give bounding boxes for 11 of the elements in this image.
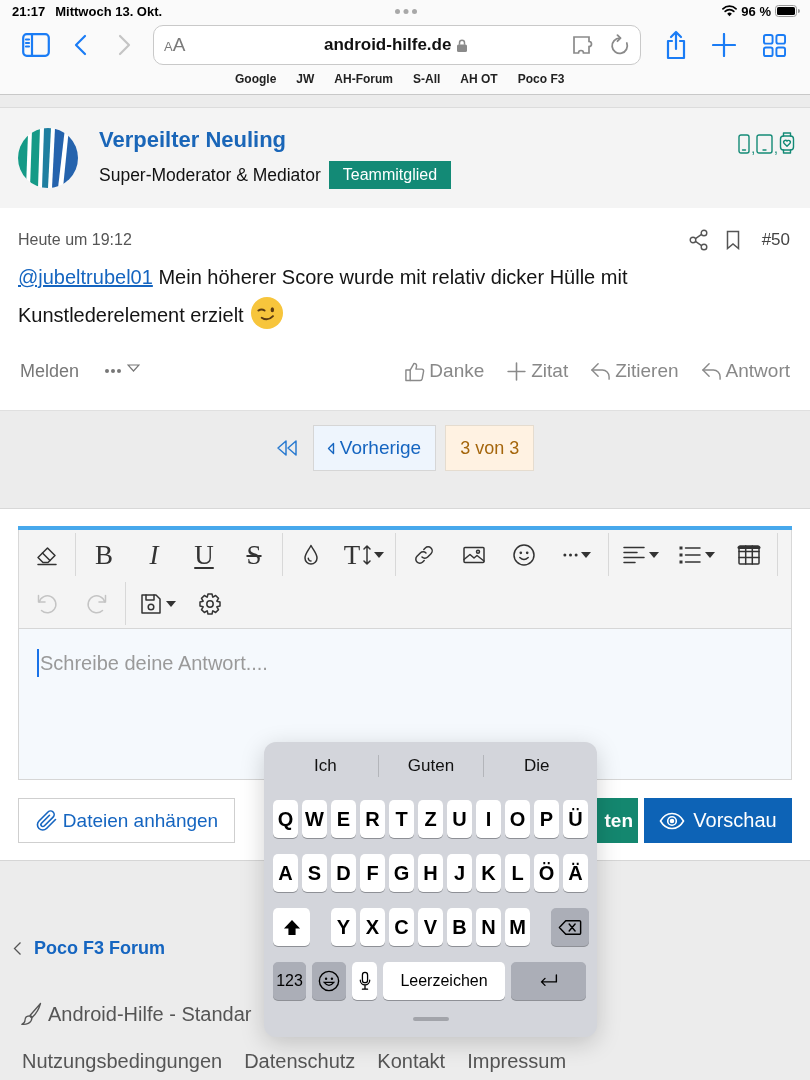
user-role-text: Super-Moderator & Mediator xyxy=(99,164,321,186)
battery-percent: 96 % xyxy=(741,3,771,19)
page-indicator: 3 von 3 xyxy=(445,425,535,471)
comma-separator: , xyxy=(751,142,756,154)
post-time: Heute um 19:12 xyxy=(18,231,133,249)
post-message: @jubeltrubel01 Mein höherer Score wurde mit relativ dicker Hülle mit Kunstlederelement erzielt xyxy=(18,258,790,334)
url-text: android-hilfe.de xyxy=(323,35,452,55)
date-text: Mittwoch 13. Okt. xyxy=(55,3,163,19)
team-member-badge: Teammitglied xyxy=(328,161,452,189)
comma-separator: , xyxy=(774,142,778,154)
clock-time: 21:17 xyxy=(12,3,46,19)
